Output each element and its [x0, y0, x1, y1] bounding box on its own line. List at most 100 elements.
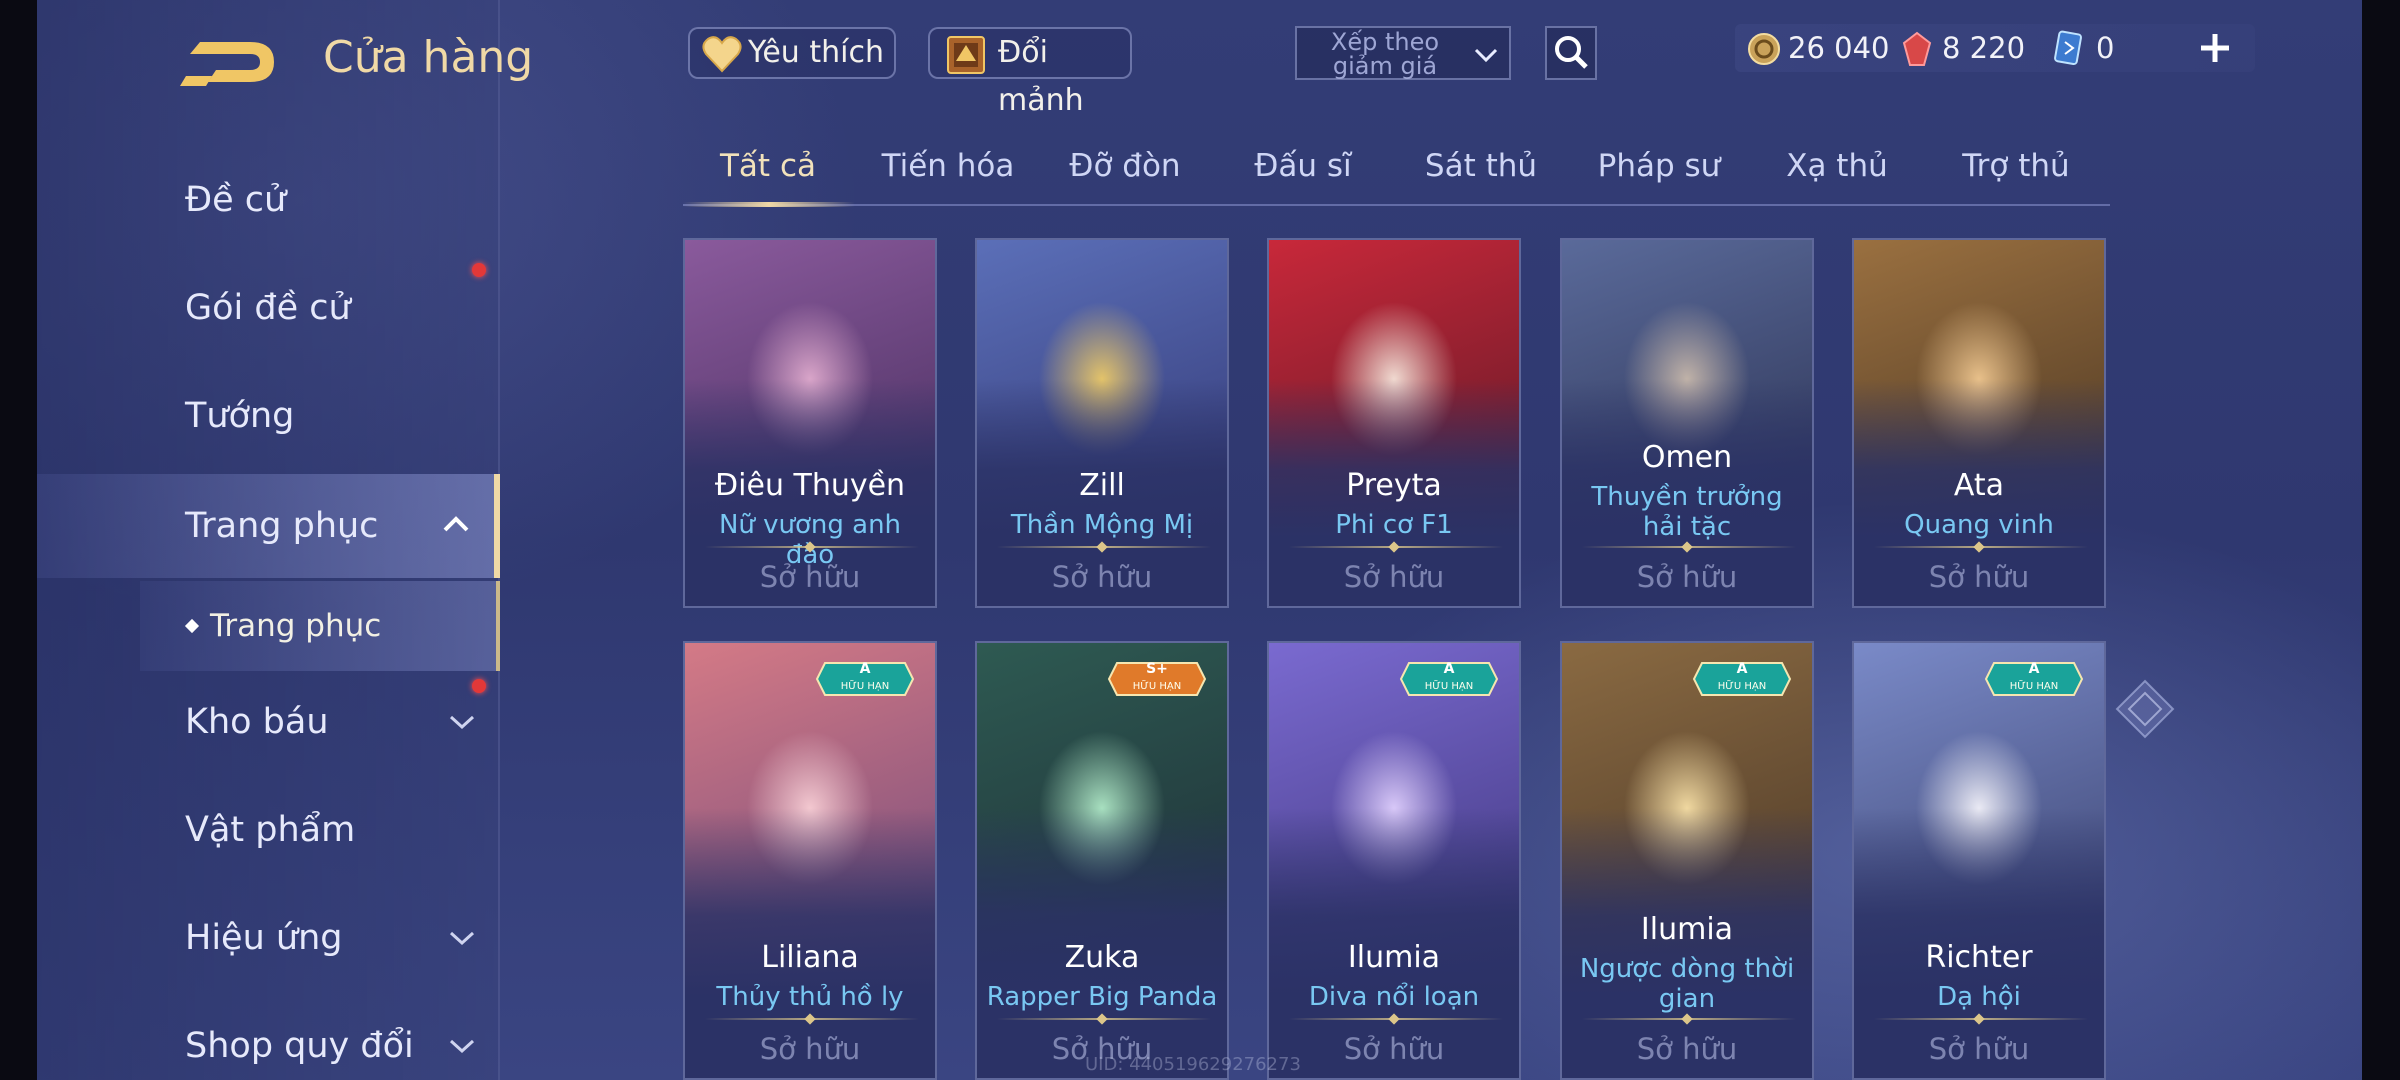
tab-all[interactable]: Tất cả — [683, 148, 853, 184]
skin-card[interactable]: Omen Thuyền trưởng hải tặc Sở hữu — [1560, 238, 1814, 608]
badge-subtitle: HỮU HẠN — [1132, 681, 1182, 692]
hero-name: Điêu Thuyền — [714, 468, 906, 503]
sidebar-item-recommended-bundles[interactable]: Gói đề cử — [37, 258, 500, 358]
skin-name: Thần Mộng Mị — [1010, 510, 1194, 540]
badge-grade: A — [1736, 661, 1748, 677]
add-currency-button[interactable] — [2195, 28, 2235, 68]
sidebar-item-label: Gói đề cử — [185, 288, 351, 328]
badge-grade: A — [2028, 661, 2040, 677]
chevron-down-icon — [449, 715, 475, 730]
skin-card[interactable]: Liliana Thủy thủ hồ ly Sở hữu A HỮU HẠN — [683, 641, 937, 1080]
sort-dropdown[interactable]: Xếp theo giảm giá — [1295, 26, 1511, 80]
tab-label: Tất cả — [720, 148, 816, 184]
exchange-fragments-button[interactable]: Đổi mảnh — [928, 27, 1132, 118]
chevron-down-icon — [449, 931, 475, 946]
fragment-chest-icon — [947, 36, 985, 74]
skin-card[interactable]: Ata Quang vinh Sở hữu — [1852, 238, 2106, 608]
active-tab-indicator — [683, 202, 855, 207]
skin-card[interactable]: Ilumia Diva nổi loạn Sở hữu A HỮU HẠN — [1267, 641, 1521, 1080]
search-icon — [1555, 36, 1588, 69]
sidebar-item-label: Hiệu ứng — [185, 918, 343, 958]
tab-label: Tiến hóa — [881, 148, 1015, 184]
rarity-badge: A HỮU HẠN — [1984, 659, 2084, 699]
sidebar-item-label: Kho báu — [185, 702, 329, 742]
skin-card[interactable]: Ilumia Ngược dòng thời gian Sở hữu A HỮU HẠN — [1560, 641, 1814, 1080]
tab-mage[interactable]: Pháp sư — [1574, 148, 1744, 184]
badge-subtitle: HỮU HẠN — [2009, 681, 2059, 692]
skin-name: Phi cơ F1 — [1335, 510, 1453, 540]
tab-assassin[interactable]: Sát thủ — [1396, 148, 1566, 184]
sort-label: Xếp theo giảm giá — [1330, 28, 1440, 80]
rarity-badge: A HỮU HẠN — [1399, 659, 1499, 699]
category-tabs: Tất cả Tiến hóa Đỡ đòn Đấu sĩ Sát thủ Ph… — [683, 140, 2110, 207]
owned-status: Sở hữu — [1051, 560, 1153, 594]
skin-card[interactable]: Zuka Rapper Big Panda Sở hữu S+ HỮU HẠN — [975, 641, 1229, 1080]
tab-marksman[interactable]: Xạ thủ — [1752, 148, 1922, 184]
owned-status: Sở hữu — [1636, 560, 1738, 594]
sidebar-item-items[interactable]: Vật phẩm — [37, 780, 500, 880]
back-button[interactable] — [150, 30, 280, 90]
tab-label: Đỡ đòn — [1069, 148, 1181, 184]
favorites-button[interactable]: Yêu thích — [688, 27, 896, 79]
hero-name: Preyta — [1346, 468, 1442, 503]
skin-card[interactable]: Preyta Phi cơ F1 Sở hữu — [1267, 238, 1521, 608]
uid-label: UID: 440519629276273 — [1085, 1054, 1301, 1075]
sidebar-item-label: Shop quy đổi — [185, 1026, 414, 1066]
skin-card[interactable]: Zill Thần Mộng Mị Sở hữu — [975, 238, 1229, 608]
sidebar-item-recommended[interactable]: Đề cử — [37, 150, 500, 250]
sidebar-item-effects[interactable]: Hiệu ứng — [37, 888, 500, 988]
sidebar-subitem-label: Trang phục — [210, 608, 382, 644]
sidebar-item-exchange-shop[interactable]: Shop quy đổi — [37, 996, 500, 1080]
hero-name: Zill — [1079, 468, 1125, 503]
hero-name: Zuka — [1064, 940, 1140, 975]
exchange-label: Đổi mảnh — [998, 35, 1084, 118]
badge-subtitle: HỮU HẠN — [840, 681, 890, 692]
skin-name: Quang vinh — [1904, 510, 2054, 540]
rarity-badge: S+ HỮU HẠN — [1107, 659, 1207, 699]
hero-name: Ilumia — [1347, 940, 1441, 975]
sidebar-item-treasure[interactable]: Kho báu — [37, 672, 500, 772]
scroll-hint-diamond-icon — [2115, 679, 2175, 739]
owned-status: Sở hữu — [1928, 1032, 2030, 1066]
chevron-up-icon — [443, 516, 469, 532]
sidebar-item-label: Trang phục — [185, 506, 379, 546]
tab-support[interactable]: Trợ thủ — [1931, 148, 2101, 184]
owned-status: Sở hữu — [759, 1032, 861, 1066]
sidebar-subitem-skins[interactable]: Trang phục — [140, 581, 500, 671]
owned-status: Sở hữu — [1343, 1032, 1445, 1066]
owned-status: Sở hữu — [1636, 1032, 1738, 1066]
skin-card[interactable]: Điêu Thuyền Nữ vương anh đào Sở hữu — [683, 238, 937, 608]
rarity-badge: A HỮU HẠN — [815, 659, 915, 699]
search-button[interactable] — [1545, 26, 1597, 80]
hero-name: Omen — [1641, 440, 1733, 475]
skin-name: Thuyền trưởng hải tặc — [1591, 482, 1783, 542]
letterbox-right — [2362, 0, 2400, 1080]
skin-name: Thủy thủ hồ ly — [716, 982, 904, 1012]
tab-evolution[interactable]: Tiến hóa — [863, 148, 1033, 184]
letterbox-left — [0, 0, 37, 1080]
badge-grade: A — [1443, 661, 1455, 677]
bullet-diamond-icon — [184, 618, 200, 634]
sidebar-item-heroes[interactable]: Tướng — [37, 366, 500, 466]
tab-fighter[interactable]: Đấu sĩ — [1218, 148, 1388, 184]
hero-name: Richter — [1925, 940, 2033, 975]
sidebar-item-skins[interactable]: Trang phục — [37, 474, 500, 578]
skin-name: Rapper Big Panda — [986, 982, 1218, 1012]
hero-name: Ata — [1953, 468, 2005, 503]
chevron-down-icon — [1474, 48, 1498, 63]
hero-name: Ilumia — [1640, 912, 1734, 947]
back-arrow-icon — [180, 42, 274, 86]
ruby-amount: 8 220 — [1942, 31, 2026, 65]
ruby-gem-icon — [1902, 31, 1932, 66]
tab-label: Xạ thủ — [1786, 148, 1888, 184]
page-title: Cửa hàng — [323, 32, 534, 83]
shop-screen: Cửa hàng Đề cử Gói đề cử Tướng Trang phụ… — [0, 0, 2400, 1080]
skin-name: Ngược dòng thời gian — [1579, 954, 1795, 1014]
owned-status: Sở hữu — [1928, 560, 2030, 594]
skin-card[interactable]: Richter Dạ hội Sở hữu A HỮU HẠN — [1852, 641, 2106, 1080]
tab-tank[interactable]: Đỡ đòn — [1040, 148, 1210, 184]
voucher-amount: 0 — [2096, 31, 2115, 65]
tab-label: Pháp sư — [1597, 148, 1721, 184]
sidebar-item-label: Vật phẩm — [185, 810, 356, 850]
badge-subtitle: HỮU HẠN — [1424, 681, 1474, 692]
